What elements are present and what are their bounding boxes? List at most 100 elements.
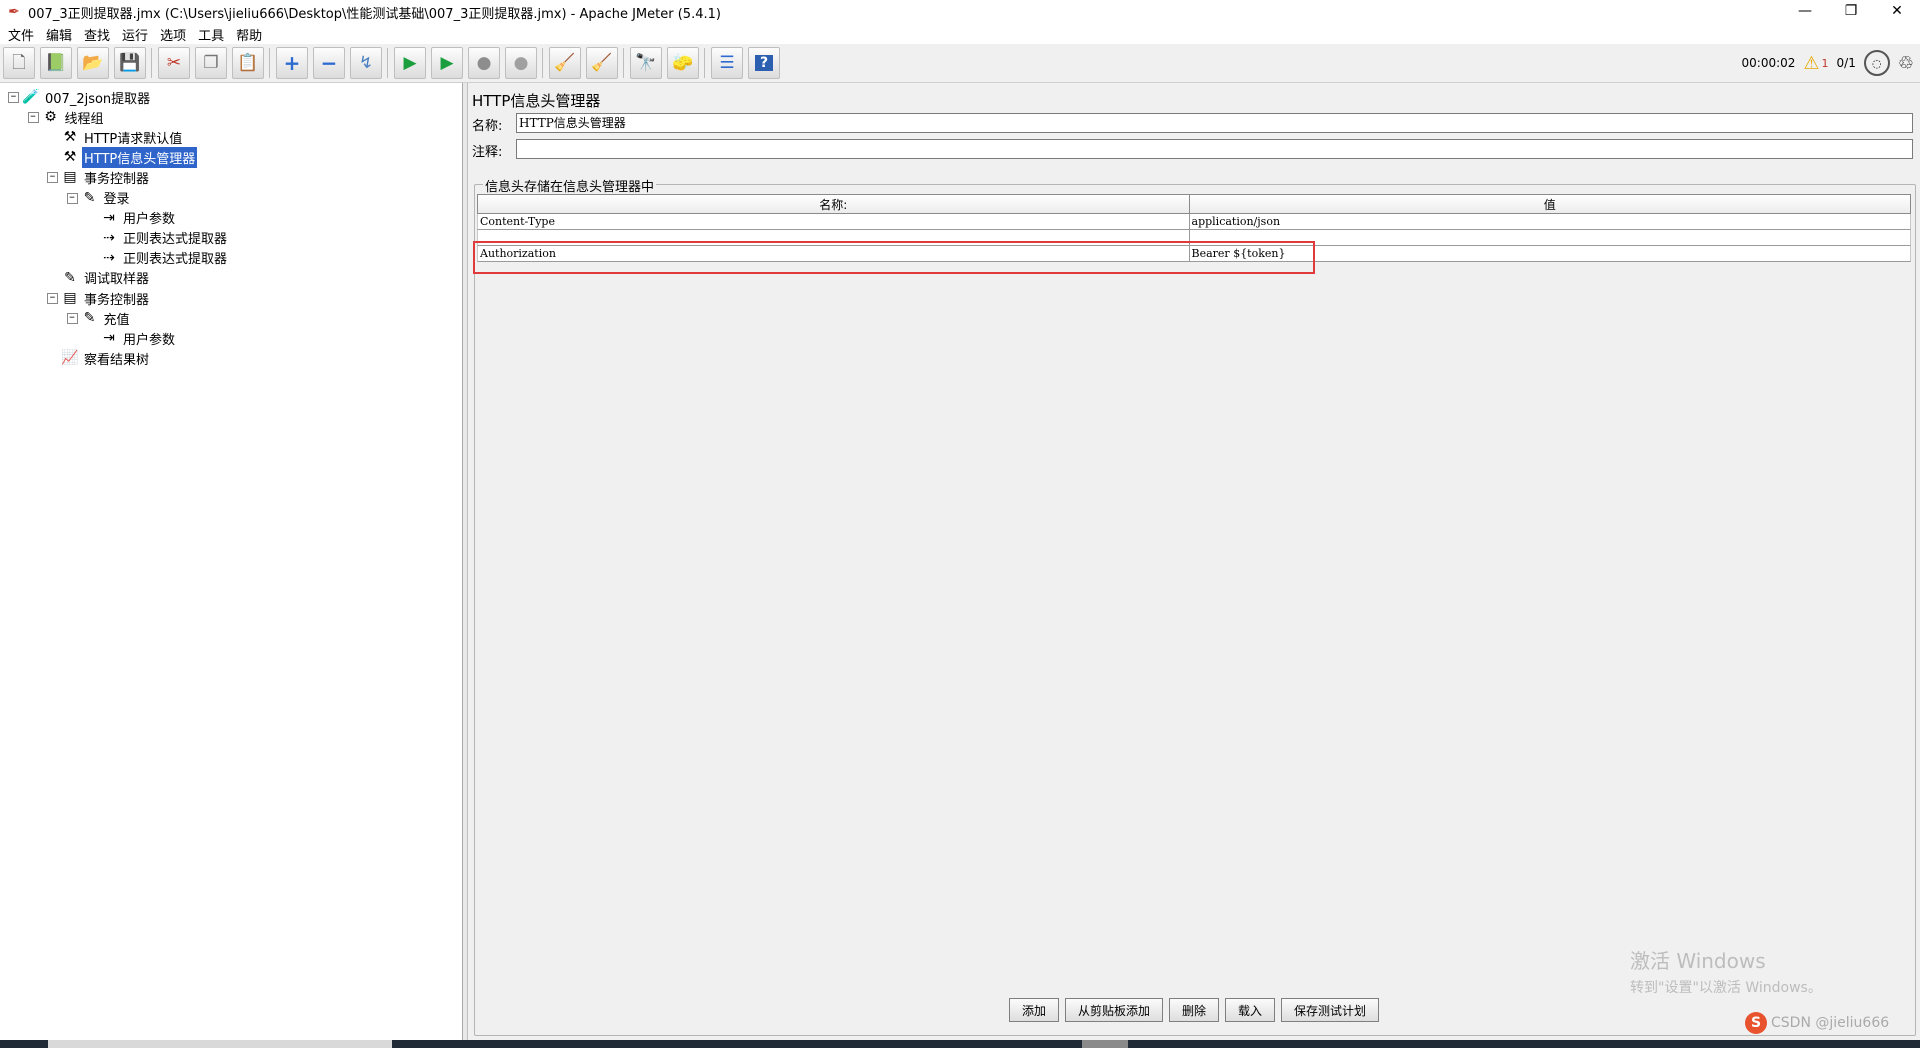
help-button[interactable]: ? — [748, 47, 780, 79]
tree-node[interactable]: ⚒ HTTP请求默认值 — [61, 127, 184, 147]
tree-node-icon: ✎ — [83, 310, 96, 327]
name-input[interactable]: HTTP信息头管理器 — [516, 113, 1913, 133]
reset-search-icon: 🧽 — [672, 52, 694, 73]
column-header-name[interactable]: 名称: — [478, 195, 1190, 213]
menu-file[interactable]: 文件 — [8, 25, 34, 44]
tree-collapse-icon[interactable]: − — [66, 313, 78, 325]
tree-node[interactable]: ⇢ 正则表达式提取器 — [100, 248, 229, 268]
shutdown-button[interactable]: ● — [505, 47, 537, 79]
tree-node[interactable]: ⇢ 正则表达式提取器 — [100, 228, 229, 248]
header-value-cell[interactable]: application/json — [1190, 214, 1910, 229]
delete-button[interactable]: 删除 — [1168, 998, 1219, 1022]
tree-node-label: 调试取样器 — [84, 272, 150, 288]
toolbar-separator — [387, 48, 388, 78]
header-value-cell[interactable]: Bearer ${token} — [1190, 246, 1910, 261]
new-button[interactable]: 🗋 — [3, 47, 35, 79]
tree-node-label: 登录 — [103, 192, 130, 207]
test-plan-tree[interactable]: − 🧪 007_2json提取器 − ⚙ 线程组 ⚒ HTTP请求默认值 ⚒ HTTP信息头管理器… — [0, 83, 463, 1040]
paste-button[interactable]: 📋 — [232, 47, 264, 79]
load-button[interactable]: 载入 — [1225, 998, 1276, 1022]
table-row[interactable]: Authorization Bearer ${token} — [477, 246, 1911, 262]
function-helper-button[interactable]: ☰ — [711, 47, 743, 79]
toolbar-separator — [704, 48, 705, 78]
csdn-logo-icon: S — [1745, 1012, 1767, 1034]
tree-node[interactable]: − ✎ 充值 — [66, 308, 132, 328]
table-actions: 添加 从剪贴板添加 删除 载入 保存测试计划 — [468, 998, 1920, 1022]
reset-search-button[interactable]: 🧽 — [667, 47, 699, 79]
start-button[interactable]: ▶ — [394, 47, 426, 79]
table-row[interactable] — [477, 230, 1911, 246]
header-value-cell[interactable] — [1190, 230, 1910, 245]
tree-collapse-icon[interactable]: − — [47, 172, 58, 184]
tree-node-label: 用户参数 — [123, 212, 176, 228]
tree-node-icon: ▤ — [63, 290, 77, 306]
clear-button[interactable]: 🧹 — [549, 47, 581, 79]
save-button[interactable]: 💾 — [114, 47, 146, 79]
tree-collapse-icon[interactable]: − — [27, 112, 39, 124]
copy-button[interactable]: ❐ — [195, 47, 227, 79]
toolbar-separator — [623, 48, 624, 78]
comment-input[interactable] — [516, 139, 1913, 159]
tree-node[interactable]: ⇥ 用户参数 — [100, 208, 177, 228]
tree-node[interactable]: − ⚙ 线程组 — [27, 107, 106, 127]
tree-node[interactable]: ✎ 调试取样器 — [61, 268, 151, 288]
templates-icon: 📗 — [45, 52, 67, 73]
toggle-icon: ↯ — [358, 52, 374, 73]
tree-node-icon: ⚒ — [63, 149, 77, 166]
tree-node-label: 充值 — [103, 312, 130, 328]
clear-icon: 🧹 — [554, 52, 576, 73]
log-viewer-icon[interactable]: ♲ — [1898, 53, 1914, 74]
add-from-clipboard-button[interactable]: 从剪贴板添加 — [1064, 998, 1163, 1022]
tree-collapse-icon[interactable]: − — [66, 192, 78, 204]
tree-node[interactable]: ⚒ HTTP信息头管理器 — [61, 146, 198, 168]
menu-run[interactable]: 运行 — [122, 25, 148, 44]
header-name-cell[interactable]: Content-Type — [478, 214, 1190, 229]
paste-icon: 📋 — [237, 52, 259, 73]
menu-tools[interactable]: 工具 — [198, 25, 224, 44]
header-name-cell[interactable]: Authorization — [478, 246, 1190, 261]
menu-edit[interactable]: 编辑 — [46, 25, 72, 44]
add-button[interactable]: 添加 — [1008, 998, 1059, 1022]
remote-status-icon[interactable]: ◌ — [1863, 50, 1890, 76]
open-button[interactable]: 📂 — [77, 47, 109, 79]
cut-button[interactable]: ✂ — [158, 47, 190, 79]
tree-collapse-icon[interactable]: − — [47, 293, 58, 304]
search-button[interactable]: 🔭 — [630, 47, 662, 79]
tree-node[interactable]: − 🧪 007_2json提取器 — [8, 87, 152, 107]
save-test-plan-button[interactable]: 保存测试计划 — [1281, 998, 1380, 1022]
menu-help[interactable]: 帮助 — [236, 25, 262, 44]
expand-button[interactable]: + — [276, 47, 308, 79]
close-button[interactable]: ✕ — [1874, 0, 1920, 24]
restore-button[interactable]: ❐ — [1828, 0, 1874, 24]
tree-node[interactable]: − ▤ 事务控制器 — [47, 167, 151, 187]
tree-node-label: 事务控制器 — [84, 292, 150, 308]
warning-icon[interactable]: ⚠ — [1803, 53, 1819, 74]
tree-node-label: 正则表达式提取器 — [123, 252, 228, 268]
tree-node-icon: ⇥ — [103, 209, 115, 226]
start-icon: ▶ — [403, 52, 417, 73]
tree-node[interactable]: − ✎ 登录 — [66, 188, 132, 208]
window-controls: — ❐ ✕ — [1782, 0, 1920, 24]
table-row[interactable]: Content-Type application/json — [477, 214, 1911, 230]
toggle-button[interactable]: ↯ — [350, 47, 382, 79]
templates-button[interactable]: 📗 — [40, 47, 72, 79]
tree-node[interactable]: 📈 察看结果树 — [61, 348, 151, 368]
column-header-value[interactable]: 值 — [1190, 195, 1911, 213]
toolbar-separator — [151, 48, 152, 78]
csdn-watermark: S CSDN @jieliu666 — [1745, 1012, 1889, 1034]
minimize-button[interactable]: — — [1782, 0, 1828, 24]
tree-node-icon: ✎ — [64, 269, 76, 286]
tree-collapse-icon[interactable]: − — [8, 92, 19, 103]
window-title: 007_3正则提取器.jmx (C:\Users\jieliu666\Deskt… — [28, 6, 721, 22]
tree-node-icon: ⚙ — [44, 109, 57, 126]
stop-button[interactable]: ● — [468, 47, 500, 79]
start-no-pause-button[interactable]: ▶ — [431, 47, 463, 79]
toolbar-status: 00:00:02 ⚠ 1 0/1 ◌ ♲ — [1734, 44, 1914, 82]
clear-all-button[interactable]: 🧹 — [586, 47, 618, 79]
tree-node[interactable]: ⇥ 用户参数 — [100, 328, 177, 348]
tree-node[interactable]: − ▤ 事务控制器 — [47, 288, 151, 308]
collapse-button[interactable]: − — [313, 47, 345, 79]
menu-options[interactable]: 选项 — [160, 25, 186, 44]
header-name-cell[interactable] — [478, 230, 1190, 245]
menu-search[interactable]: 查找 — [84, 25, 110, 44]
